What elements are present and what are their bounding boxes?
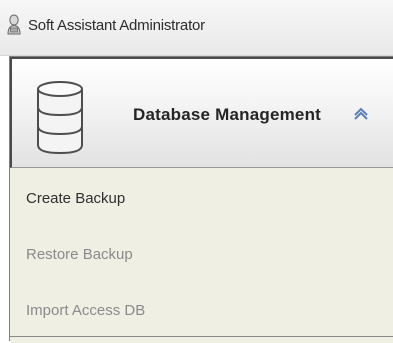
app-user-icon bbox=[7, 14, 21, 35]
database-management-panel: Database Management Create Backup Restor… bbox=[9, 56, 393, 343]
panel-header[interactable]: Database Management bbox=[10, 57, 393, 168]
panel-menu: Create Backup Restore Backup Import Acce… bbox=[10, 168, 393, 336]
import-access-db-item[interactable]: Import Access DB bbox=[10, 280, 393, 336]
create-backup-item[interactable]: Create Backup bbox=[10, 168, 393, 224]
chevron-up-icon[interactable] bbox=[352, 105, 370, 123]
panel-title: Database Management bbox=[133, 105, 322, 124]
panel-divider bbox=[10, 336, 393, 343]
title-bar: Soft Assistant Administrator bbox=[0, 0, 393, 56]
database-icon bbox=[37, 81, 83, 155]
window-title: Soft Assistant Administrator bbox=[28, 17, 205, 34]
restore-backup-item[interactable]: Restore Backup bbox=[10, 224, 393, 280]
